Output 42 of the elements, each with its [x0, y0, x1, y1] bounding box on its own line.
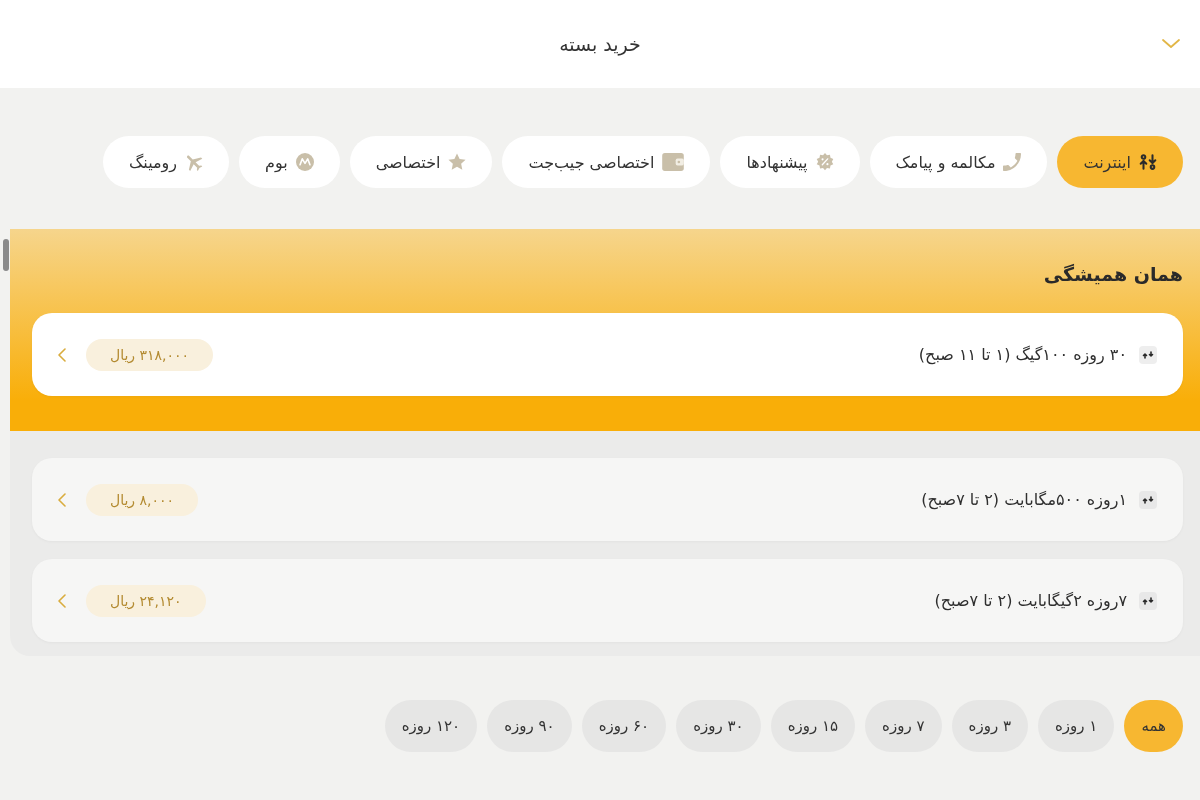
- category-tab[interactable]: اختصاصی جیب‌جت: [502, 136, 711, 188]
- duration-filter-chip[interactable]: ۱ روزه: [1037, 700, 1115, 752]
- duration-filter-chip[interactable]: ۳ روزه: [951, 700, 1028, 752]
- page-title: خرید بسته: [559, 33, 641, 55]
- duration-filter-chip[interactable]: ۷ روزه: [865, 700, 942, 752]
- category-tab[interactable]: پیشنهادها: [720, 136, 860, 188]
- package-card[interactable]: ۷روزه ۲گیگابایت (۲ تا ۷صبح) ۲۴,۱۲۰ ریال: [32, 559, 1183, 642]
- duration-filter-chip[interactable]: ۹۰ روزه: [487, 700, 572, 752]
- up-down-arrows-icon: [1139, 591, 1157, 610]
- up-down-arrows-icon: [1139, 345, 1157, 364]
- up-down-arrows-icon: [1139, 153, 1157, 171]
- category-tab[interactable]: اختصاصی: [349, 136, 493, 188]
- duration-filter-chip[interactable]: ۱۲۰ روزه: [384, 700, 478, 752]
- price-tag: ۳۱۸,۰۰۰ ریال: [86, 338, 214, 371]
- category-tab[interactable]: رومینگ: [103, 136, 229, 188]
- package-card[interactable]: ۱روزه ۵۰۰مگابایت (۲ تا ۷صبح) ۸,۰۰۰ ریال: [32, 458, 1183, 541]
- scrollbar-thumb[interactable]: [3, 239, 9, 271]
- price-tag: ۲۴,۱۲۰ ریال: [86, 584, 206, 617]
- category-tab[interactable]: بوم: [239, 136, 340, 188]
- duration-filter-chip[interactable]: ۱۵ روزه: [770, 700, 856, 752]
- wave-circle-icon: [295, 153, 314, 171]
- category-tab[interactable]: اینترنت: [1057, 136, 1183, 188]
- phone-icon: [1003, 153, 1022, 171]
- duration-filter-chip[interactable]: ۳۰ روزه: [676, 700, 761, 752]
- chevron-down-icon[interactable]: [1162, 39, 1180, 49]
- wallet-icon: [662, 153, 685, 171]
- chevron-left-icon: [58, 347, 66, 362]
- category-tab[interactable]: مکالمه و پیامک: [869, 136, 1048, 188]
- package-name: ۷روزه ۲گیگابایت (۲ تا ۷صبح): [934, 591, 1127, 610]
- percent-badge-icon: [815, 153, 834, 171]
- package-name: ۱روزه ۵۰۰مگابایت (۲ تا ۷صبح): [921, 490, 1127, 509]
- package-name: ۳۰ روزه ۱۰۰گیگ (۱ تا ۱۱ صبح): [918, 345, 1127, 364]
- duration-filter-chip[interactable]: ۶۰ روزه: [581, 700, 667, 752]
- airplane-icon: [185, 153, 203, 171]
- star-icon: [448, 153, 467, 171]
- section-title: همان همیشگی: [1043, 263, 1183, 285]
- duration-filter-chip[interactable]: همه: [1124, 700, 1183, 752]
- chevron-left-icon: [58, 593, 66, 608]
- up-down-arrows-icon: [1139, 490, 1157, 509]
- package-card[interactable]: ۳۰ روزه ۱۰۰گیگ (۱ تا ۱۱ صبح) ۳۱۸,۰۰۰ ریال: [32, 313, 1183, 396]
- price-tag: ۸,۰۰۰ ریال: [86, 483, 199, 516]
- chevron-left-icon: [58, 492, 66, 507]
